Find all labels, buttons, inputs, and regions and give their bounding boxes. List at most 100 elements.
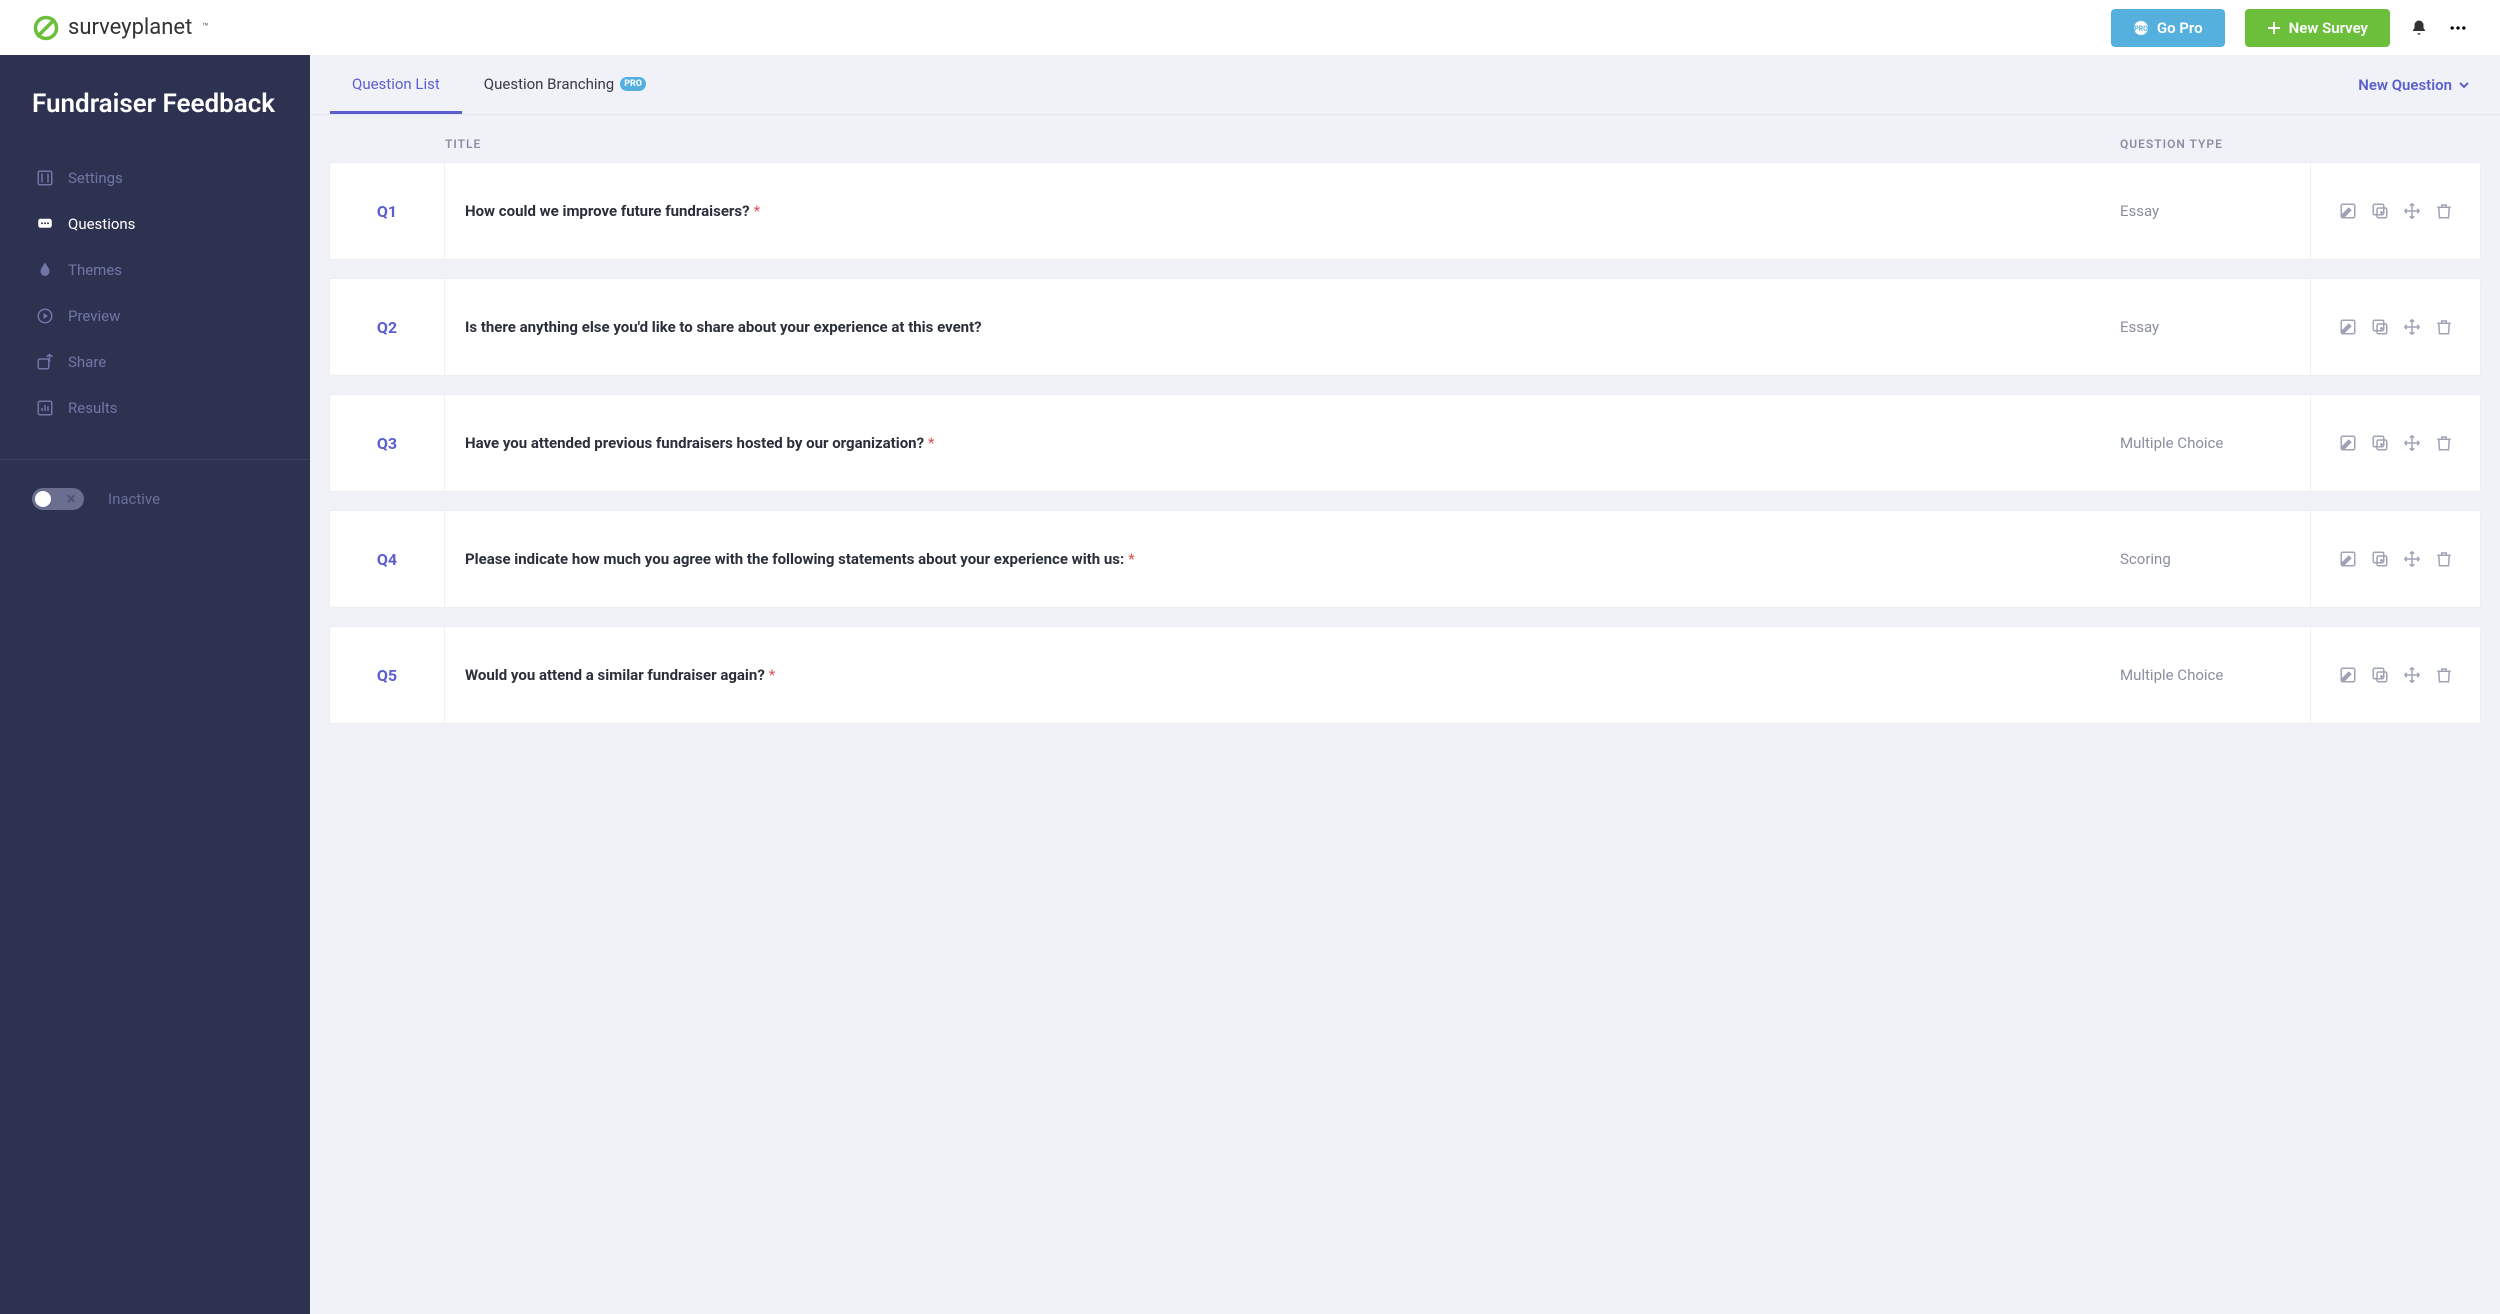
edit-icon[interactable] xyxy=(2339,666,2357,684)
sidebar-item-label: Questions xyxy=(68,215,135,233)
inactive-label: Inactive xyxy=(108,490,160,508)
question-number: Q3 xyxy=(330,395,445,491)
required-marker: * xyxy=(754,202,760,220)
required-marker: * xyxy=(769,666,775,684)
question-row[interactable]: Q2 Is there anything else you'd like to … xyxy=(330,279,2480,375)
main-content: Question List Question Branching PRO New… xyxy=(310,55,2500,1314)
sidebar-item-label: Settings xyxy=(68,169,123,187)
toggle-x-icon: ✕ xyxy=(66,492,76,506)
toggle-knob xyxy=(35,491,51,507)
share-icon xyxy=(36,353,54,371)
sidebar-item-preview[interactable]: Preview xyxy=(0,293,310,339)
tabs-bar: Question List Question Branching PRO New… xyxy=(310,55,2500,115)
question-number: Q1 xyxy=(330,163,445,259)
edit-icon[interactable] xyxy=(2339,318,2357,336)
move-icon[interactable] xyxy=(2403,318,2421,336)
tabs-left: Question List Question Branching PRO xyxy=(330,55,668,114)
question-title: Would you attend a similar fundraiser ag… xyxy=(445,627,2120,723)
sidebar-item-label: Results xyxy=(68,399,118,417)
tab-label: Question Branching xyxy=(484,75,614,93)
topbar-actions: PRO Go Pro New Survey xyxy=(2111,9,2468,47)
question-row[interactable]: Q4 Please indicate how much you agree wi… xyxy=(330,511,2480,607)
sidebar-item-themes[interactable]: Themes xyxy=(0,247,310,293)
question-actions xyxy=(2310,279,2480,375)
logo-icon xyxy=(32,14,60,42)
go-pro-label: Go Pro xyxy=(2157,19,2203,37)
duplicate-icon[interactable] xyxy=(2371,550,2389,568)
question-actions xyxy=(2310,395,2480,491)
question-type: Multiple Choice xyxy=(2120,395,2310,491)
sidebar-item-questions[interactable]: Questions xyxy=(0,201,310,247)
results-icon xyxy=(36,399,54,417)
tab-question-list[interactable]: Question List xyxy=(330,55,462,114)
question-type: Multiple Choice xyxy=(2120,627,2310,723)
questions-icon xyxy=(36,215,54,233)
edit-icon[interactable] xyxy=(2339,202,2357,220)
move-icon[interactable] xyxy=(2403,202,2421,220)
sidebar-item-share[interactable]: Share xyxy=(0,339,310,385)
go-pro-button[interactable]: PRO Go Pro xyxy=(2111,9,2225,47)
logo-text: surveyplanet xyxy=(68,15,192,40)
new-question-button[interactable]: New Question xyxy=(2358,76,2480,94)
required-marker: * xyxy=(1128,550,1134,568)
new-question-label: New Question xyxy=(2358,76,2452,94)
question-row[interactable]: Q1 How could we improve future fundraise… xyxy=(330,163,2480,259)
question-title: Is there anything else you'd like to sha… xyxy=(445,279,2120,375)
pro-icon: PRO xyxy=(2133,20,2149,36)
question-actions xyxy=(2310,627,2480,723)
delete-icon[interactable] xyxy=(2435,550,2453,568)
more-menu-icon[interactable] xyxy=(2448,18,2468,38)
top-bar: surveyplanet ™ PRO Go Pro New Survey xyxy=(0,0,2500,55)
svg-text:PRO: PRO xyxy=(2134,25,2148,33)
sidebar-item-label: Share xyxy=(68,353,106,371)
column-title: TITLE xyxy=(445,137,2120,151)
sidebar-item-results[interactable]: Results xyxy=(0,385,310,431)
edit-icon[interactable] xyxy=(2339,550,2357,568)
sidebar-nav: Settings Questions Themes Preview Share … xyxy=(0,145,310,431)
trademark: ™ xyxy=(202,22,208,33)
edit-icon[interactable] xyxy=(2339,434,2357,452)
question-row[interactable]: Q5 Would you attend a similar fundraiser… xyxy=(330,627,2480,723)
new-survey-label: New Survey xyxy=(2289,19,2368,37)
question-title: How could we improve future fundraisers?… xyxy=(445,163,2120,259)
notifications-icon[interactable] xyxy=(2410,19,2428,37)
new-survey-button[interactable]: New Survey xyxy=(2245,9,2390,47)
question-type: Scoring xyxy=(2120,511,2310,607)
tab-question-branching[interactable]: Question Branching PRO xyxy=(462,55,668,114)
active-toggle[interactable]: ✕ xyxy=(32,488,84,510)
delete-icon[interactable] xyxy=(2435,434,2453,452)
column-type: QUESTION TYPE xyxy=(2120,137,2310,151)
preview-icon xyxy=(36,307,54,325)
duplicate-icon[interactable] xyxy=(2371,666,2389,684)
chevron-down-icon xyxy=(2458,79,2470,91)
sidebar-item-label: Themes xyxy=(68,261,122,279)
question-type: Essay xyxy=(2120,279,2310,375)
move-icon[interactable] xyxy=(2403,666,2421,684)
plus-icon xyxy=(2267,21,2281,35)
required-marker: * xyxy=(928,434,934,452)
question-list: TITLE QUESTION TYPE Q1 How could we impr… xyxy=(310,115,2500,783)
question-title: Have you attended previous fundraisers h… xyxy=(445,395,2120,491)
survey-title: Fundraiser Feedback xyxy=(0,55,310,145)
delete-icon[interactable] xyxy=(2435,666,2453,684)
delete-icon[interactable] xyxy=(2435,202,2453,220)
duplicate-icon[interactable] xyxy=(2371,202,2389,220)
sidebar: Fundraiser Feedback Settings Questions T… xyxy=(0,55,310,1314)
list-header: TITLE QUESTION TYPE xyxy=(330,115,2480,163)
sidebar-item-settings[interactable]: Settings xyxy=(0,155,310,201)
question-number: Q4 xyxy=(330,511,445,607)
duplicate-icon[interactable] xyxy=(2371,318,2389,336)
question-number: Q5 xyxy=(330,627,445,723)
question-row[interactable]: Q3 Have you attended previous fundraiser… xyxy=(330,395,2480,491)
sidebar-item-label: Preview xyxy=(68,307,120,325)
sidebar-footer: ✕ Inactive xyxy=(0,460,310,538)
move-icon[interactable] xyxy=(2403,550,2421,568)
move-icon[interactable] xyxy=(2403,434,2421,452)
duplicate-icon[interactable] xyxy=(2371,434,2389,452)
question-title: Please indicate how much you agree with … xyxy=(445,511,2120,607)
delete-icon[interactable] xyxy=(2435,318,2453,336)
logo[interactable]: surveyplanet ™ xyxy=(32,14,209,42)
question-number: Q2 xyxy=(330,279,445,375)
question-type: Essay xyxy=(2120,163,2310,259)
settings-icon xyxy=(36,169,54,187)
